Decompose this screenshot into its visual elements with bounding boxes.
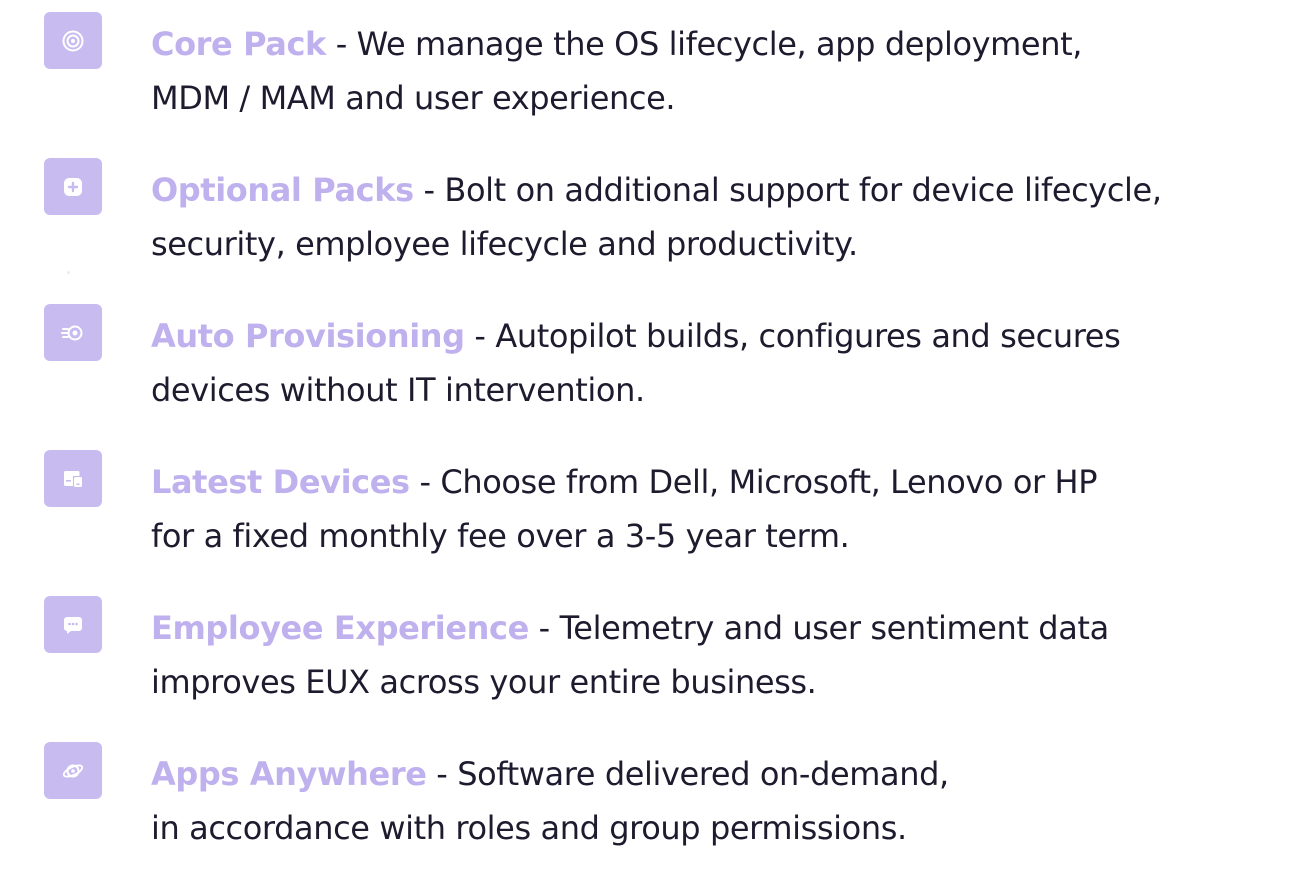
feature-text-line: - We manage the OS lifecycle, app deploy… bbox=[325, 25, 1083, 63]
decorative-dot bbox=[67, 271, 70, 274]
feature-latest-devices: Latest Devices - Choose from Dell, Micro… bbox=[0, 438, 1311, 568]
feature-text-line: - Telemetry and user sentiment data bbox=[528, 609, 1110, 647]
feature-list: Core Pack - We manage the OS lifecycle, … bbox=[0, 0, 1311, 870]
planet-icon bbox=[62, 764, 84, 777]
feature-core-pack: Core Pack - We manage the OS lifecycle, … bbox=[0, 0, 1311, 130]
rocket-icon bbox=[61, 325, 83, 340]
feature-title: Optional Packs bbox=[151, 171, 414, 209]
feature-apps-anywhere: Apps Anywhere - Software delivered on-de… bbox=[0, 730, 1311, 860]
feature-text-line: improves EUX across your entire business… bbox=[151, 663, 817, 701]
feature-text-line: devices without IT intervention. bbox=[151, 371, 645, 409]
icon-tile bbox=[44, 158, 102, 215]
feature-title: Core Pack bbox=[151, 25, 326, 63]
icon-tile bbox=[44, 742, 102, 799]
feature-description: Auto Provisioning - Autopilot builds, co… bbox=[151, 309, 1291, 417]
feature-text-line: - Bolt on additional support for device … bbox=[413, 171, 1162, 209]
feature-auto-provisioning: Auto Provisioning - Autopilot builds, co… bbox=[0, 292, 1311, 422]
feature-description: Core Pack - We manage the OS lifecycle, … bbox=[151, 17, 1291, 125]
devices-icon bbox=[64, 470, 82, 487]
icon-tile bbox=[44, 304, 102, 361]
feature-employee-experience: Employee Experience - Telemetry and user… bbox=[0, 584, 1311, 714]
feature-text-line: in accordance with roles and group permi… bbox=[151, 809, 907, 847]
feature-optional-packs: Optional Packs - Bolt on additional supp… bbox=[0, 146, 1311, 276]
feature-description: Apps Anywhere - Software delivered on-de… bbox=[151, 747, 1291, 855]
feature-title: Auto Provisioning bbox=[151, 317, 465, 355]
feature-text-line: - Software delivered on-demand, bbox=[426, 755, 949, 793]
feature-text-line: for a fixed monthly fee over a 3-5 year … bbox=[151, 517, 850, 555]
feature-title: Apps Anywhere bbox=[151, 755, 427, 793]
feature-title: Latest Devices bbox=[151, 463, 410, 501]
feature-title: Employee Experience bbox=[151, 609, 529, 647]
feature-description: Employee Experience - Telemetry and user… bbox=[151, 601, 1291, 709]
target-icon bbox=[62, 30, 84, 51]
feature-text-line: - Choose from Dell, Microsoft, Lenovo or… bbox=[409, 463, 1098, 501]
chat-bubble-icon bbox=[64, 616, 82, 634]
icon-tile bbox=[44, 596, 102, 653]
icon-tile bbox=[44, 12, 102, 69]
plus-square-icon bbox=[64, 177, 82, 196]
feature-description: Latest Devices - Choose from Dell, Micro… bbox=[151, 455, 1291, 563]
icon-tile bbox=[44, 450, 102, 507]
feature-description: Optional Packs - Bolt on additional supp… bbox=[151, 163, 1291, 271]
feature-text-line: - Autopilot builds, configures and secur… bbox=[464, 317, 1121, 355]
feature-text-line: security, employee lifecycle and product… bbox=[151, 225, 858, 263]
feature-text-line: MDM / MAM and user experience. bbox=[151, 79, 676, 117]
